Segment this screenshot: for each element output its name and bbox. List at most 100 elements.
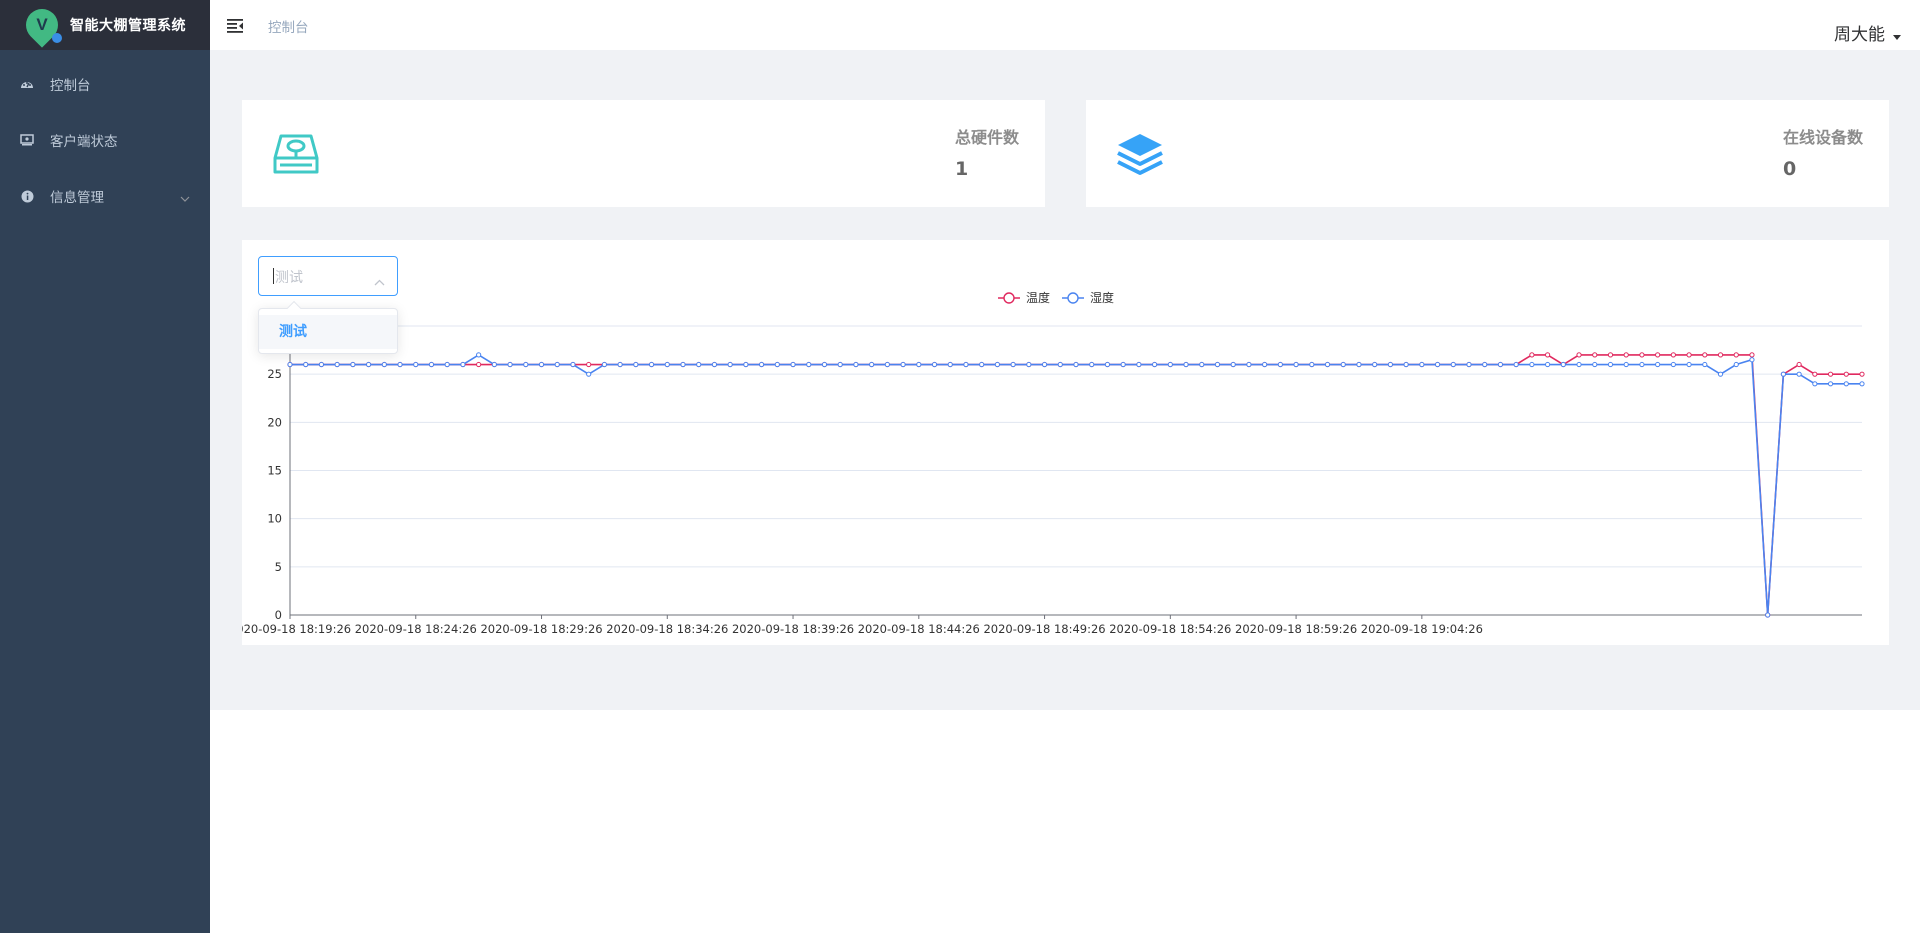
- data-point: [1419, 361, 1425, 368]
- data-point: [381, 361, 387, 368]
- stat-card-online-devices[interactable]: 在线设备数 0: [1086, 100, 1889, 207]
- data-point: [1670, 361, 1676, 368]
- hamburger-icon[interactable]: [227, 18, 243, 33]
- data-point: [994, 361, 1001, 368]
- data-point: [1843, 381, 1849, 387]
- data-point: [821, 361, 828, 368]
- y-tick-label: 15: [267, 464, 282, 478]
- x-tick-label: 2020-09-18 18:44:26: [858, 622, 980, 636]
- data-point: [554, 361, 560, 368]
- data-point: [1796, 361, 1802, 368]
- data-point: [1324, 361, 1331, 368]
- data-point: [1482, 361, 1488, 368]
- chart-card: 0 5 10 15 20 25 2020-09-18 18:19:26 2020-09-18 …: [242, 240, 1889, 645]
- sidebar-item-dashboard[interactable]: 控制台: [0, 56, 210, 112]
- device-select[interactable]: 测试: [258, 256, 398, 296]
- data-point: [1560, 361, 1566, 368]
- data-point: [1733, 352, 1739, 358]
- data-point: [837, 361, 843, 368]
- data-point: [1387, 361, 1394, 368]
- data-point: [586, 371, 592, 377]
- brand[interactable]: V 智能大棚管理系统: [0, 0, 210, 50]
- sidebar: V 智能大棚管理系统 控制台 客户端状态 信息管理: [0, 0, 210, 933]
- data-point: [287, 361, 293, 368]
- data-point: [1765, 612, 1771, 618]
- x-tick-label: 2020-09-18 19:04:26: [1361, 622, 1483, 636]
- data-point: [491, 361, 497, 368]
- sidebar-item-info-management[interactable]: 信息管理: [0, 168, 210, 224]
- data-point: [1592, 361, 1598, 368]
- data-point: [1057, 361, 1063, 368]
- data-point: [1859, 381, 1865, 387]
- legend-marker: [1003, 292, 1015, 304]
- data-point: [947, 361, 953, 368]
- data-point: [350, 361, 356, 368]
- data-point: [617, 361, 623, 368]
- data-point: [1623, 361, 1629, 368]
- info-icon: [20, 189, 34, 203]
- data-point: [916, 361, 922, 368]
- data-point: [1356, 361, 1362, 368]
- sidebar-menu: 控制台 客户端状态 信息管理: [0, 56, 210, 224]
- monitor-icon: [20, 133, 34, 147]
- y-tick-label: 5: [275, 560, 282, 574]
- data-point: [1702, 361, 1708, 368]
- data-point: [727, 361, 733, 368]
- device-select-placeholder: 测试: [275, 270, 303, 286]
- data-point: [1796, 371, 1802, 377]
- x-tick-label: 2020-09-18 18:39:26: [732, 622, 854, 636]
- data-point: [1403, 361, 1409, 368]
- data-point: [1136, 361, 1142, 368]
- data-point: [1827, 381, 1834, 387]
- data-point: [1749, 357, 1755, 363]
- data-point: [1230, 361, 1236, 368]
- data-point: [1466, 361, 1472, 368]
- data-point: [1655, 352, 1661, 358]
- data-point: [633, 361, 639, 368]
- sidebar-item-client-status[interactable]: 客户端状态: [0, 112, 210, 168]
- dashboard-icon: [20, 77, 34, 91]
- legend-label: 温度: [1026, 290, 1050, 305]
- user-dropdown[interactable]: 周大能: [1834, 19, 1901, 45]
- data-point: [1120, 361, 1126, 368]
- stat-card-total-hardware[interactable]: 总硬件数 1: [242, 100, 1045, 207]
- data-point: [1780, 371, 1787, 377]
- data-point: [806, 361, 812, 368]
- app-logo: V: [19, 2, 65, 48]
- data-point: [601, 361, 607, 368]
- data-point: [397, 361, 403, 368]
- y-tick-label: 0: [275, 608, 282, 622]
- data-point: [884, 361, 890, 368]
- data-point: [476, 352, 482, 358]
- data-point: [303, 361, 309, 368]
- data-point: [931, 361, 938, 368]
- x-tick-label: 2020-09-18 18:24:26: [355, 622, 477, 636]
- caret-down-icon: [1893, 25, 1901, 45]
- data-point: [413, 361, 419, 368]
- data-point: [774, 361, 780, 368]
- data-point: [366, 361, 372, 368]
- data-point: [963, 361, 969, 368]
- layers-icon: [1116, 132, 1164, 180]
- data-point: [1214, 361, 1221, 368]
- data-point: [1529, 361, 1535, 368]
- sidebar-item-label: 控制台: [50, 78, 91, 94]
- data-point: [507, 361, 513, 368]
- top-navbar: 控制台 周大能: [210, 0, 1925, 50]
- hard-drive-icon: [272, 132, 320, 180]
- data-point: [444, 361, 450, 368]
- data-point: [664, 361, 670, 368]
- dropdown-option[interactable]: 测试: [259, 315, 397, 349]
- device-select-dropdown: 测试: [258, 300, 398, 354]
- data-point: [1859, 371, 1865, 377]
- data-point: [979, 361, 985, 368]
- data-point: [1607, 352, 1614, 358]
- data-point: [1246, 361, 1252, 368]
- app-title: 智能大棚管理系统: [70, 18, 186, 34]
- stat-value: 0: [1782, 158, 1797, 180]
- data-point: [318, 361, 325, 368]
- chevron-up-icon: [374, 271, 385, 290]
- data-point: [853, 361, 859, 368]
- data-point: [570, 361, 576, 368]
- data-point: [1434, 361, 1441, 368]
